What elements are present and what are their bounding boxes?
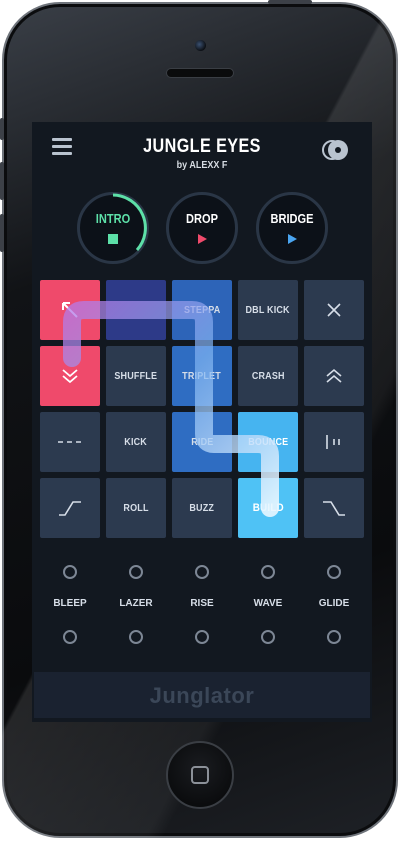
app-screen: JUNGLE EYES by ALEXX F INTRO DROP BRIDGE… — [32, 122, 372, 722]
arrow-up-left-icon — [62, 302, 78, 318]
pad-build[interactable]: BUILD — [238, 478, 298, 538]
footer-bar: Junglator — [34, 672, 370, 718]
song-title: JUNGLE EYES — [143, 136, 261, 157]
stutter-bars-icon — [326, 435, 340, 449]
record-disc-icon[interactable] — [322, 137, 354, 163]
section-bridge-button[interactable]: BRIDGE — [256, 192, 328, 264]
pad-row1-col2[interactable] — [106, 280, 166, 340]
pad-ramp-down[interactable] — [304, 478, 364, 538]
fx-knob[interactable] — [195, 565, 209, 579]
pad-ride[interactable]: RIDE — [172, 412, 232, 472]
play-triangle-icon — [288, 234, 297, 244]
fx-knob[interactable] — [63, 565, 77, 579]
earpiece-speaker — [166, 68, 234, 78]
fx-knob[interactable] — [261, 630, 275, 644]
pad-ramp-up[interactable] — [40, 478, 100, 538]
stop-square-icon — [108, 234, 118, 244]
pad-crash[interactable]: CRASH — [238, 346, 298, 406]
double-chevron-up-icon — [326, 368, 342, 383]
pad-chevrons-down[interactable] — [40, 346, 100, 406]
fx-label-lazer: LAZER — [119, 598, 153, 609]
pad-kick[interactable]: KICK — [106, 412, 166, 472]
pad-shuffle[interactable]: SHUFFLE — [106, 346, 166, 406]
front-camera — [195, 40, 206, 51]
double-chevron-down-icon — [62, 369, 78, 384]
pad-close[interactable] — [304, 280, 364, 340]
close-icon — [327, 303, 341, 317]
fx-knob[interactable] — [63, 630, 77, 644]
section-drop-button[interactable]: DROP — [166, 192, 238, 264]
pad-chevrons-up[interactable] — [304, 346, 364, 406]
progress-arc — [112, 193, 147, 251]
pad-dbl-kick[interactable]: DBL KICK — [238, 280, 298, 340]
power-button — [268, 0, 312, 4]
section-label: DROP — [186, 211, 218, 226]
fx-label-rise: RISE — [190, 598, 214, 609]
brand-logo: Junglator — [149, 683, 255, 708]
artist-name: by ALEXX F — [176, 160, 228, 171]
ramp-up-icon — [59, 501, 81, 516]
play-triangle-icon — [198, 234, 207, 244]
section-label: BRIDGE — [270, 211, 314, 226]
volume-down-button — [0, 214, 4, 252]
pad-stutter[interactable] — [304, 412, 364, 472]
home-button[interactable] — [166, 741, 234, 809]
fx-label-glide: GLIDE — [318, 598, 350, 609]
pad-bounce[interactable]: BOUNCE — [238, 412, 298, 472]
pad-roll[interactable]: ROLL — [106, 478, 166, 538]
pad-triplet[interactable]: TRIPLET — [172, 346, 232, 406]
fx-knob[interactable] — [129, 565, 143, 579]
volume-up-button — [0, 162, 4, 200]
fx-knob[interactable] — [327, 565, 341, 579]
fx-knob[interactable] — [261, 565, 275, 579]
fx-knob[interactable] — [129, 630, 143, 644]
pad-buzz[interactable]: BUZZ — [172, 478, 232, 538]
fx-label-wave: WAVE — [253, 598, 283, 609]
section-label: INTRO — [95, 211, 131, 226]
fx-knob[interactable] — [327, 630, 341, 644]
pad-dashes[interactable] — [40, 412, 100, 472]
section-intro-button[interactable]: INTRO — [77, 192, 149, 264]
pad-steppa[interactable]: STEPPA — [172, 280, 232, 340]
pad-arrow-up-left[interactable] — [40, 280, 100, 340]
dashed-line-icon — [58, 441, 81, 443]
ramp-down-icon — [323, 501, 345, 516]
home-square-icon — [191, 766, 209, 784]
fx-knob[interactable] — [195, 630, 209, 644]
mute-switch — [0, 118, 4, 140]
fx-label-bleep: BLEEP — [53, 598, 87, 609]
